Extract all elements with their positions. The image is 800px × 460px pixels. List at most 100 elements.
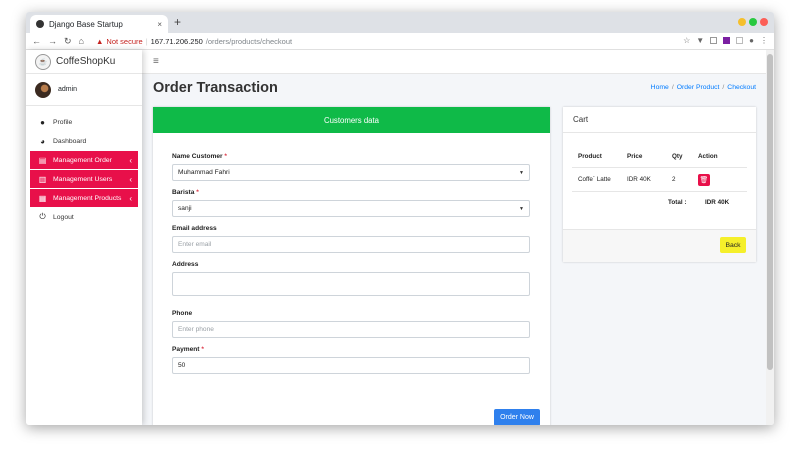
name-customer-select[interactable]: Muhammad Fahri ▼ xyxy=(172,164,530,181)
user-icon: ● xyxy=(40,117,45,127)
brand-name: CoffeShopKu xyxy=(56,56,116,67)
sidebar-item-label: Profile xyxy=(53,118,73,126)
table-header: Product Price Qty Action xyxy=(572,146,747,167)
sidebar-item-label: Management Order xyxy=(53,156,112,164)
sidebar-item-label: Logout xyxy=(53,213,74,221)
sidebar-item-management-products[interactable]: ▦ Management Products ‹ xyxy=(30,189,138,207)
user-panel[interactable]: admin xyxy=(26,74,142,106)
breadcrumb-checkout[interactable]: Checkout xyxy=(727,84,756,91)
top-navbar: ≡ xyxy=(142,50,774,74)
cart-title: Cart xyxy=(563,107,756,133)
app: ☕ CoffeShopKu admin ● Profile ◕ Dashboar… xyxy=(26,50,774,425)
tab-title: Django Base Startup xyxy=(49,19,123,29)
users-icon: ▥ xyxy=(38,174,47,184)
address-bar: ← → ↻ ⌂ ▲ Not secure | 167.71.206.250/or… xyxy=(26,33,774,50)
orders-icon: ▤ xyxy=(38,155,47,165)
tab-strip: Django Base Startup × + xyxy=(26,12,774,33)
avatar xyxy=(35,81,51,98)
customer-form: Name Customer * Muhammad Fahri ▼ Barista… xyxy=(153,133,550,374)
favicon-icon xyxy=(36,20,44,28)
chevron-left-icon: ‹ xyxy=(129,174,132,184)
order-now-button[interactable]: Order Now xyxy=(494,409,540,425)
caret-down-icon: ▼ xyxy=(519,169,524,176)
name-customer-value: Muhammad Fahri xyxy=(178,169,230,176)
sidebar-item-management-order[interactable]: ▤ Management Order ‹ xyxy=(30,151,138,169)
filter-icon[interactable]: ▼ xyxy=(696,36,704,45)
browser-tab[interactable]: Django Base Startup × xyxy=(30,15,168,33)
sidebar: ☕ CoffeShopKu admin ● Profile ◕ Dashboar… xyxy=(26,50,142,425)
address-label: Address xyxy=(172,261,199,268)
browser-window: Django Base Startup × + ← → ↻ ⌂ ▲ Not se… xyxy=(26,12,774,425)
barista-value: sanji xyxy=(178,205,192,212)
column-header: Qty xyxy=(672,153,683,160)
sidebar-item-profile[interactable]: ● Profile xyxy=(26,113,142,131)
extensions-area: ☆ ▼ ● ⋮ xyxy=(683,36,768,45)
forward-arrow-icon[interactable]: → xyxy=(48,36,57,47)
caret-down-icon: ▼ xyxy=(519,205,524,212)
cart-table: Product Price Qty Action Coffe` Latte ID… xyxy=(572,146,747,212)
breadcrumb: Home / Order Product / Checkout xyxy=(650,84,756,91)
chevron-left-icon: ‹ xyxy=(129,193,132,203)
column-header: Product xyxy=(578,153,602,160)
extension-icon[interactable] xyxy=(736,37,744,44)
barista-label: Barista * xyxy=(172,189,199,196)
chevron-left-icon: ‹ xyxy=(129,155,132,165)
cart-footer: Back xyxy=(563,229,756,262)
sidebar-item-logout[interactable]: ⏻ Logout xyxy=(26,208,142,226)
boxes-icon: ▦ xyxy=(38,193,47,203)
sidebar-item-dashboard[interactable]: ◕ Dashboard xyxy=(26,132,142,150)
cart-price: IDR 40K xyxy=(627,176,651,183)
warning-icon: ▲ xyxy=(95,36,104,46)
cart-card: Cart Product Price Qty Action Coffe` Lat… xyxy=(563,107,756,262)
back-arrow-icon[interactable]: ← xyxy=(32,36,41,47)
bookmark-star-icon[interactable]: ☆ xyxy=(683,36,690,45)
reload-icon[interactable]: ↻ xyxy=(64,36,72,47)
profile-icon[interactable]: ● xyxy=(749,36,754,45)
payment-field[interactable]: 50 xyxy=(172,357,530,374)
kebab-menu-icon[interactable]: ⋮ xyxy=(760,36,768,45)
name-customer-label: Name Customer * xyxy=(172,153,227,160)
scrollbar-thumb[interactable] xyxy=(767,54,773,370)
page-scrollbar[interactable] xyxy=(766,50,774,425)
cart-product: Coffe` Latte xyxy=(578,176,611,183)
content-header: Order Transaction Home / Order Product / Che… xyxy=(142,74,774,104)
not-secure-label: Not secure xyxy=(106,36,143,46)
breadcrumb-order-product[interactable]: Order Product xyxy=(677,84,720,91)
sidebar-item-label: Dashboard xyxy=(53,137,87,145)
payment-label: Payment * xyxy=(172,346,204,353)
barista-select[interactable]: sanji ▼ xyxy=(172,200,530,217)
home-icon[interactable]: ⌂ xyxy=(79,36,84,47)
breadcrumb-home[interactable]: Home xyxy=(651,84,669,91)
column-header: Price xyxy=(627,153,643,160)
extension-icon[interactable] xyxy=(723,37,731,44)
power-icon: ⏻ xyxy=(39,212,46,221)
phone-field[interactable]: Enter phone xyxy=(172,321,530,338)
back-button[interactable]: Back xyxy=(720,237,746,253)
maximize-button[interactable] xyxy=(749,18,757,26)
url-host: 167.71.206.250 xyxy=(150,36,203,46)
url-field[interactable]: ▲ Not secure | 167.71.206.250/orders/pro… xyxy=(96,37,292,46)
table-row: Coffe` Latte IDR 40K 2 🗑 xyxy=(572,167,747,191)
url-path: /orders/products/checkout xyxy=(205,36,293,46)
customer-card: Customers data Name Customer * Muhammad … xyxy=(153,107,550,425)
close-tab-icon[interactable]: × xyxy=(157,20,162,29)
sidebar-item-management-users[interactable]: ▥ Management Users ‹ xyxy=(30,170,138,188)
email-field[interactable]: Enter email xyxy=(172,236,530,253)
main-content: ≡ Order Transaction Home / Order Product / C… xyxy=(142,50,774,425)
page-title: Order Transaction xyxy=(153,80,278,96)
address-textarea[interactable] xyxy=(172,272,530,296)
brand[interactable]: ☕ CoffeShopKu xyxy=(26,50,142,74)
sidebar-menu: ● Profile ◕ Dashboard ▤ Management Order… xyxy=(26,106,142,226)
extension-icon[interactable] xyxy=(710,37,718,44)
close-window-button[interactable] xyxy=(760,18,768,26)
delete-item-button[interactable]: 🗑 xyxy=(698,173,710,186)
sidebar-item-label: Management Users xyxy=(53,175,113,183)
total-row: Total : IDR 40K xyxy=(572,191,747,212)
total-value: IDR 40K xyxy=(705,198,730,206)
minimize-button[interactable] xyxy=(738,18,746,26)
window-controls xyxy=(738,18,768,26)
phone-label: Phone xyxy=(172,310,193,317)
sidebar-item-label: Management Products xyxy=(53,194,122,202)
hamburger-menu-icon[interactable]: ≡ xyxy=(153,56,159,67)
new-tab-button[interactable]: + xyxy=(174,15,181,29)
